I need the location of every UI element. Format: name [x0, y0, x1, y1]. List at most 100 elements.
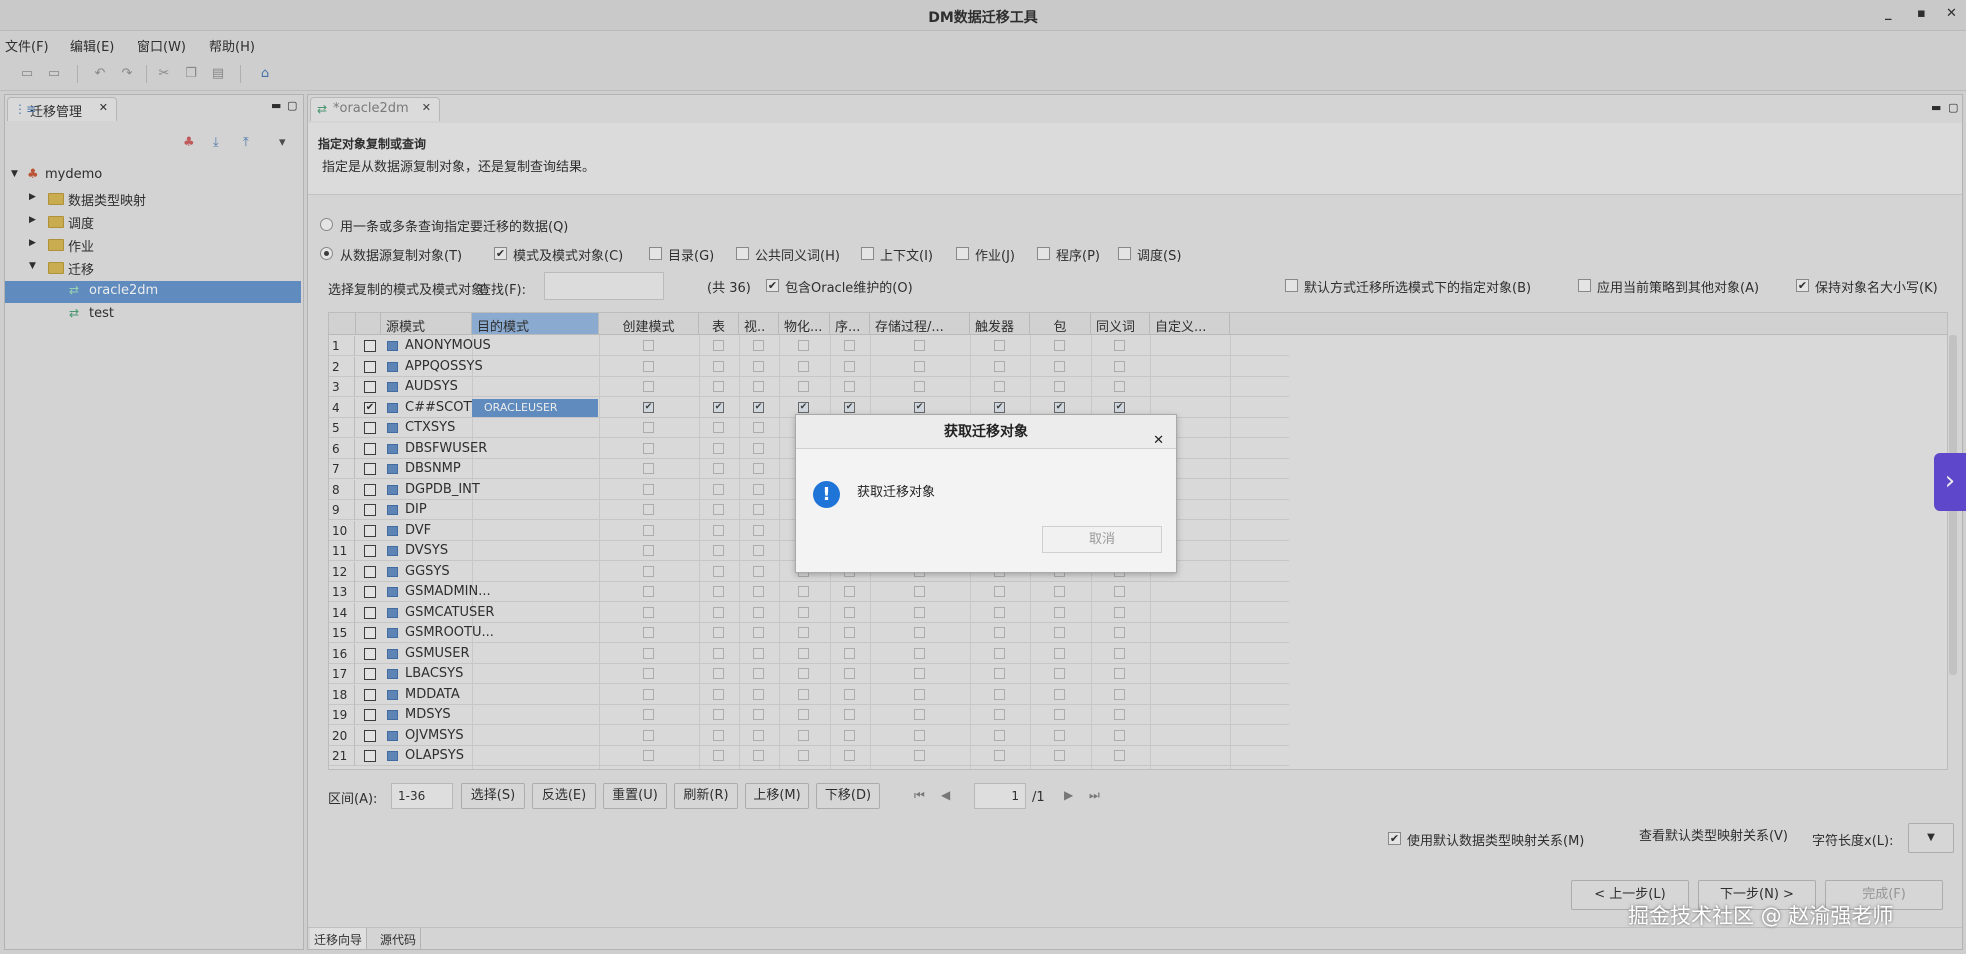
- column-header-table[interactable]: 表: [699, 313, 739, 335]
- object-type-checkbox[interactable]: [643, 442, 654, 454]
- column-header-create-schema[interactable]: 创建模式: [599, 313, 699, 335]
- object-type-checkbox[interactable]: [844, 586, 855, 597]
- object-type-checkbox[interactable]: [1054, 668, 1065, 679]
- object-type-checkbox[interactable]: [643, 381, 654, 392]
- copy-icon[interactable]: ❐: [182, 66, 200, 82]
- tab-source-code[interactable]: 源代码: [376, 928, 422, 949]
- collapse-icon[interactable]: ▼: [11, 169, 18, 179]
- object-type-checkbox[interactable]: [713, 340, 724, 351]
- minimize-panel-icon[interactable]: ▬: [271, 99, 281, 112]
- object-type-checkbox[interactable]: [713, 668, 724, 679]
- object-type-checkbox[interactable]: [713, 647, 724, 659]
- schedule-checkbox[interactable]: [1118, 247, 1131, 260]
- row-checkbox[interactable]: [364, 647, 376, 660]
- row-checkbox[interactable]: [364, 463, 376, 475]
- object-type-checkbox[interactable]: [914, 688, 925, 700]
- column-header-synonym[interactable]: 同义词: [1091, 313, 1150, 335]
- refresh-button[interactable]: 刷新(R): [674, 783, 738, 809]
- object-type-checkbox[interactable]: [844, 647, 855, 659]
- object-type-checkbox[interactable]: [1114, 381, 1125, 392]
- object-type-checkbox[interactable]: [798, 750, 809, 761]
- object-type-checkbox[interactable]: [713, 483, 724, 495]
- tree-node-schedule[interactable]: ▶ 调度: [5, 211, 303, 233]
- menu-help[interactable]: 帮助(H): [209, 36, 255, 55]
- first-page-icon[interactable]: ⏮: [914, 788, 925, 803]
- object-type-checkbox[interactable]: [994, 647, 1005, 659]
- table-row[interactable]: 16 GSMUSER: [329, 643, 1289, 664]
- redo-icon[interactable]: ↷: [118, 66, 136, 82]
- search-input[interactable]: [544, 272, 664, 300]
- object-type-checkbox[interactable]: [713, 442, 724, 454]
- tree-node-job[interactable]: ▶ 作业: [5, 234, 303, 256]
- object-type-checkbox[interactable]: [713, 524, 724, 536]
- object-type-checkbox[interactable]: [713, 360, 724, 372]
- object-type-checkbox[interactable]: ✔: [1114, 401, 1125, 413]
- row-checkbox[interactable]: [364, 340, 376, 352]
- char-length-dropdown[interactable]: ▼: [1908, 823, 1954, 853]
- object-type-checkbox[interactable]: [844, 750, 855, 761]
- object-type-checkbox[interactable]: [994, 688, 1005, 700]
- object-type-checkbox[interactable]: [753, 524, 764, 536]
- object-type-checkbox[interactable]: [994, 340, 1005, 351]
- row-checkbox[interactable]: [364, 565, 376, 578]
- object-type-checkbox[interactable]: [994, 709, 1005, 720]
- object-type-checkbox[interactable]: [1054, 381, 1065, 392]
- object-type-checkbox[interactable]: [753, 729, 764, 741]
- maximize-button[interactable]: ▪: [1917, 6, 1926, 21]
- object-type-checkbox[interactable]: [643, 606, 654, 618]
- column-header-sequence[interactable]: 序...: [830, 313, 870, 335]
- new-project-icon[interactable]: ♣: [183, 135, 195, 150]
- object-type-checkbox[interactable]: [844, 340, 855, 351]
- view-menu-icon[interactable]: ▾: [279, 135, 286, 150]
- table-row[interactable]: 14 GSMCATUSER: [329, 602, 1289, 623]
- table-row[interactable]: 3 AUDSYS: [329, 377, 1289, 397]
- object-type-checkbox[interactable]: ✔: [844, 401, 855, 413]
- object-type-checkbox[interactable]: [753, 627, 764, 638]
- tab-migration-wizard[interactable]: 迁移向导: [310, 928, 368, 949]
- object-type-checkbox[interactable]: [1054, 647, 1065, 659]
- object-type-checkbox[interactable]: ✔: [643, 401, 654, 413]
- object-type-checkbox[interactable]: [914, 709, 925, 720]
- object-type-checkbox[interactable]: [713, 709, 724, 720]
- object-type-checkbox[interactable]: [1114, 586, 1125, 597]
- object-type-checkbox[interactable]: [643, 750, 654, 761]
- object-type-checkbox[interactable]: [713, 422, 724, 433]
- row-checkbox[interactable]: [364, 709, 376, 721]
- object-type-checkbox[interactable]: [753, 463, 764, 474]
- object-type-checkbox[interactable]: [713, 504, 724, 515]
- expand-icon[interactable]: ▶: [29, 238, 36, 248]
- object-type-checkbox[interactable]: [753, 442, 764, 454]
- object-type-checkbox[interactable]: [798, 606, 809, 618]
- object-type-checkbox[interactable]: [643, 504, 654, 515]
- view-type-mapping-button[interactable]: 查看默认类型映射关系(V): [1621, 824, 1806, 852]
- object-type-checkbox[interactable]: [994, 586, 1005, 597]
- object-type-checkbox[interactable]: [994, 627, 1005, 638]
- home-icon[interactable]: ⌂: [256, 66, 274, 82]
- import-icon[interactable]: ⤓: [213, 135, 219, 150]
- export-icon[interactable]: ⤒: [243, 135, 249, 150]
- object-type-checkbox[interactable]: [753, 688, 764, 700]
- object-type-checkbox[interactable]: [643, 627, 654, 638]
- paste-icon[interactable]: ▤: [209, 66, 227, 82]
- object-type-checkbox[interactable]: [798, 586, 809, 597]
- object-type-checkbox[interactable]: [1054, 627, 1065, 638]
- object-type-checkbox[interactable]: [643, 463, 654, 474]
- object-type-checkbox[interactable]: [798, 627, 809, 638]
- object-type-checkbox[interactable]: ✔: [1054, 401, 1065, 413]
- object-type-checkbox[interactable]: [643, 545, 654, 556]
- object-type-checkbox[interactable]: [844, 668, 855, 679]
- object-type-checkbox[interactable]: [753, 504, 764, 515]
- object-type-checkbox[interactable]: ✔: [994, 401, 1005, 413]
- row-checkbox[interactable]: [364, 524, 376, 537]
- row-checkbox[interactable]: [364, 750, 376, 762]
- apply-policy-checkbox[interactable]: [1578, 279, 1591, 292]
- column-header-mview[interactable]: 物化...: [779, 313, 830, 335]
- object-type-checkbox[interactable]: [1114, 709, 1125, 720]
- object-type-checkbox[interactable]: [753, 422, 764, 433]
- row-checkbox[interactable]: [364, 360, 376, 373]
- object-type-checkbox[interactable]: [1114, 360, 1125, 372]
- row-checkbox[interactable]: [364, 381, 376, 393]
- move-down-button[interactable]: 下移(D): [816, 783, 880, 809]
- minimize-button[interactable]: _: [1885, 6, 1892, 21]
- menu-file[interactable]: 文件(F): [5, 36, 49, 55]
